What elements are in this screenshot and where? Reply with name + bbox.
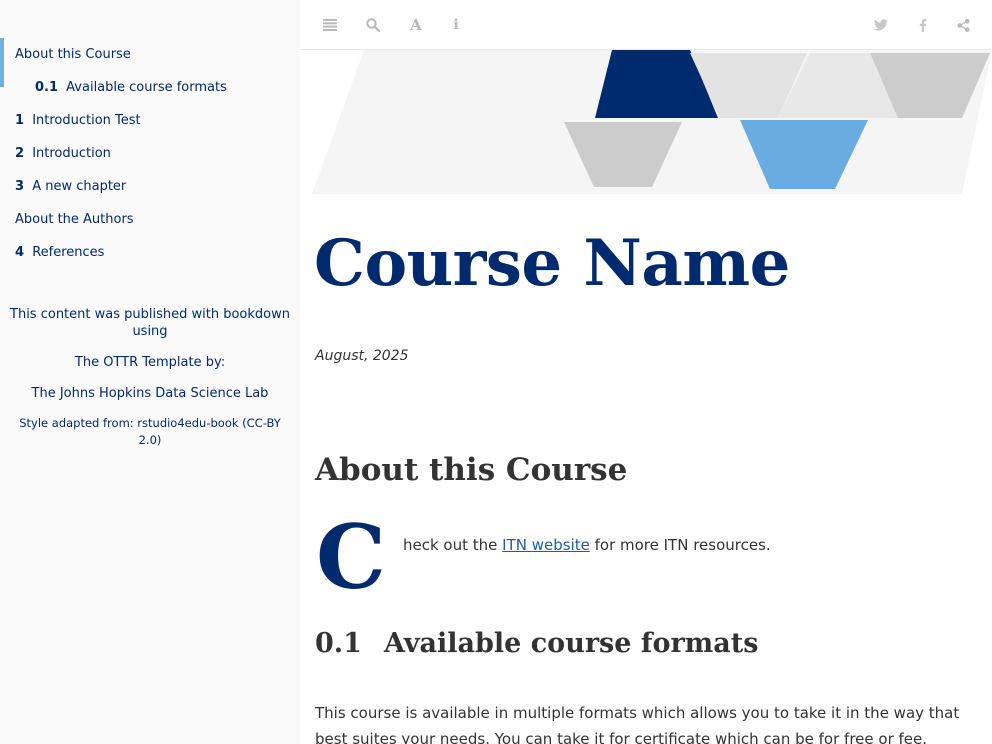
info-icon: i [453, 17, 459, 33]
toc-number: 0.1 [35, 80, 59, 95]
toc-label: Introduction [32, 146, 111, 161]
intro-text-before: heck out the [403, 536, 503, 554]
book-toolbar: A i [300, 0, 992, 50]
share-icon [956, 18, 970, 32]
toc-label: Introduction Test [32, 113, 141, 128]
course-banner-image [312, 50, 992, 194]
publish-date: August, 2025 [315, 348, 409, 364]
toc-item-introduction[interactable]: 2 Introduction [0, 137, 300, 170]
itn-website-link[interactable]: ITN website [502, 536, 590, 554]
toc-label: About this Course [15, 47, 131, 62]
facebook-icon [919, 18, 927, 32]
toc-item-a-new-chapter[interactable]: 3 A new chapter [0, 170, 300, 203]
sidebar: About this Course 0.1 Available course f… [0, 0, 300, 744]
book-body: Course Name August, 2025 About this Cour… [300, 50, 992, 744]
facebook-share-button[interactable] [912, 15, 934, 35]
subsection-title: Available course formats [383, 628, 759, 659]
share-button[interactable] [952, 15, 974, 35]
bookdown-link[interactable]: This content was published with bookdown… [0, 306, 300, 340]
jhu-dsl-link[interactable]: The Johns Hopkins Data Science Lab [0, 385, 300, 402]
intro-text-after: for more ITN resources. [589, 536, 771, 554]
subsection-heading-formats: 0.1 Available course formats [315, 628, 758, 659]
toc-label: A new chapter [32, 179, 127, 194]
toc-label: Available course formats [66, 80, 227, 95]
page-title: Course Name [314, 226, 790, 301]
style-credit-link[interactable]: Style adapted from: rstudio4edu-book (CC… [0, 415, 300, 449]
table-of-contents: About this Course 0.1 Available course f… [0, 38, 300, 269]
formats-paragraph: This course is available in multiple for… [315, 704, 960, 744]
toc-item-available-course-formats[interactable]: 0.1 Available course formats [0, 71, 300, 104]
toc-item-references[interactable]: 4 References [0, 236, 300, 269]
info-button[interactable]: i [445, 15, 467, 35]
twitter-share-button[interactable] [870, 15, 892, 35]
toc-label: About the Authors [15, 212, 134, 227]
search-icon [366, 18, 380, 32]
drop-cap-letter: C [316, 505, 387, 609]
font-settings-icon: A [410, 16, 422, 34]
toc-number: 4 [15, 245, 25, 260]
toc-number: 1 [15, 113, 25, 128]
toc-number: 3 [15, 179, 25, 194]
font-settings-button[interactable]: A [405, 15, 427, 35]
subsection-number: 0.1 [315, 628, 362, 659]
toc-item-about-the-authors[interactable]: About the Authors [0, 203, 300, 236]
sidebar-toggle-icon [323, 19, 337, 31]
search-button[interactable] [362, 15, 384, 35]
toc-item-about-this-course[interactable]: About this Course [0, 38, 300, 87]
ottr-template-link[interactable]: The OTTR Template by: [0, 354, 300, 371]
sidebar-toggle-button[interactable] [319, 15, 341, 35]
section-heading-about: About this Course [315, 452, 628, 488]
toc-item-introduction-test[interactable]: 1 Introduction Test [0, 104, 300, 137]
toc-number: 2 [15, 146, 25, 161]
twitter-icon [874, 19, 888, 31]
intro-paragraph: heck out the ITN website for more ITN re… [403, 536, 771, 554]
toc-label: References [32, 245, 105, 260]
